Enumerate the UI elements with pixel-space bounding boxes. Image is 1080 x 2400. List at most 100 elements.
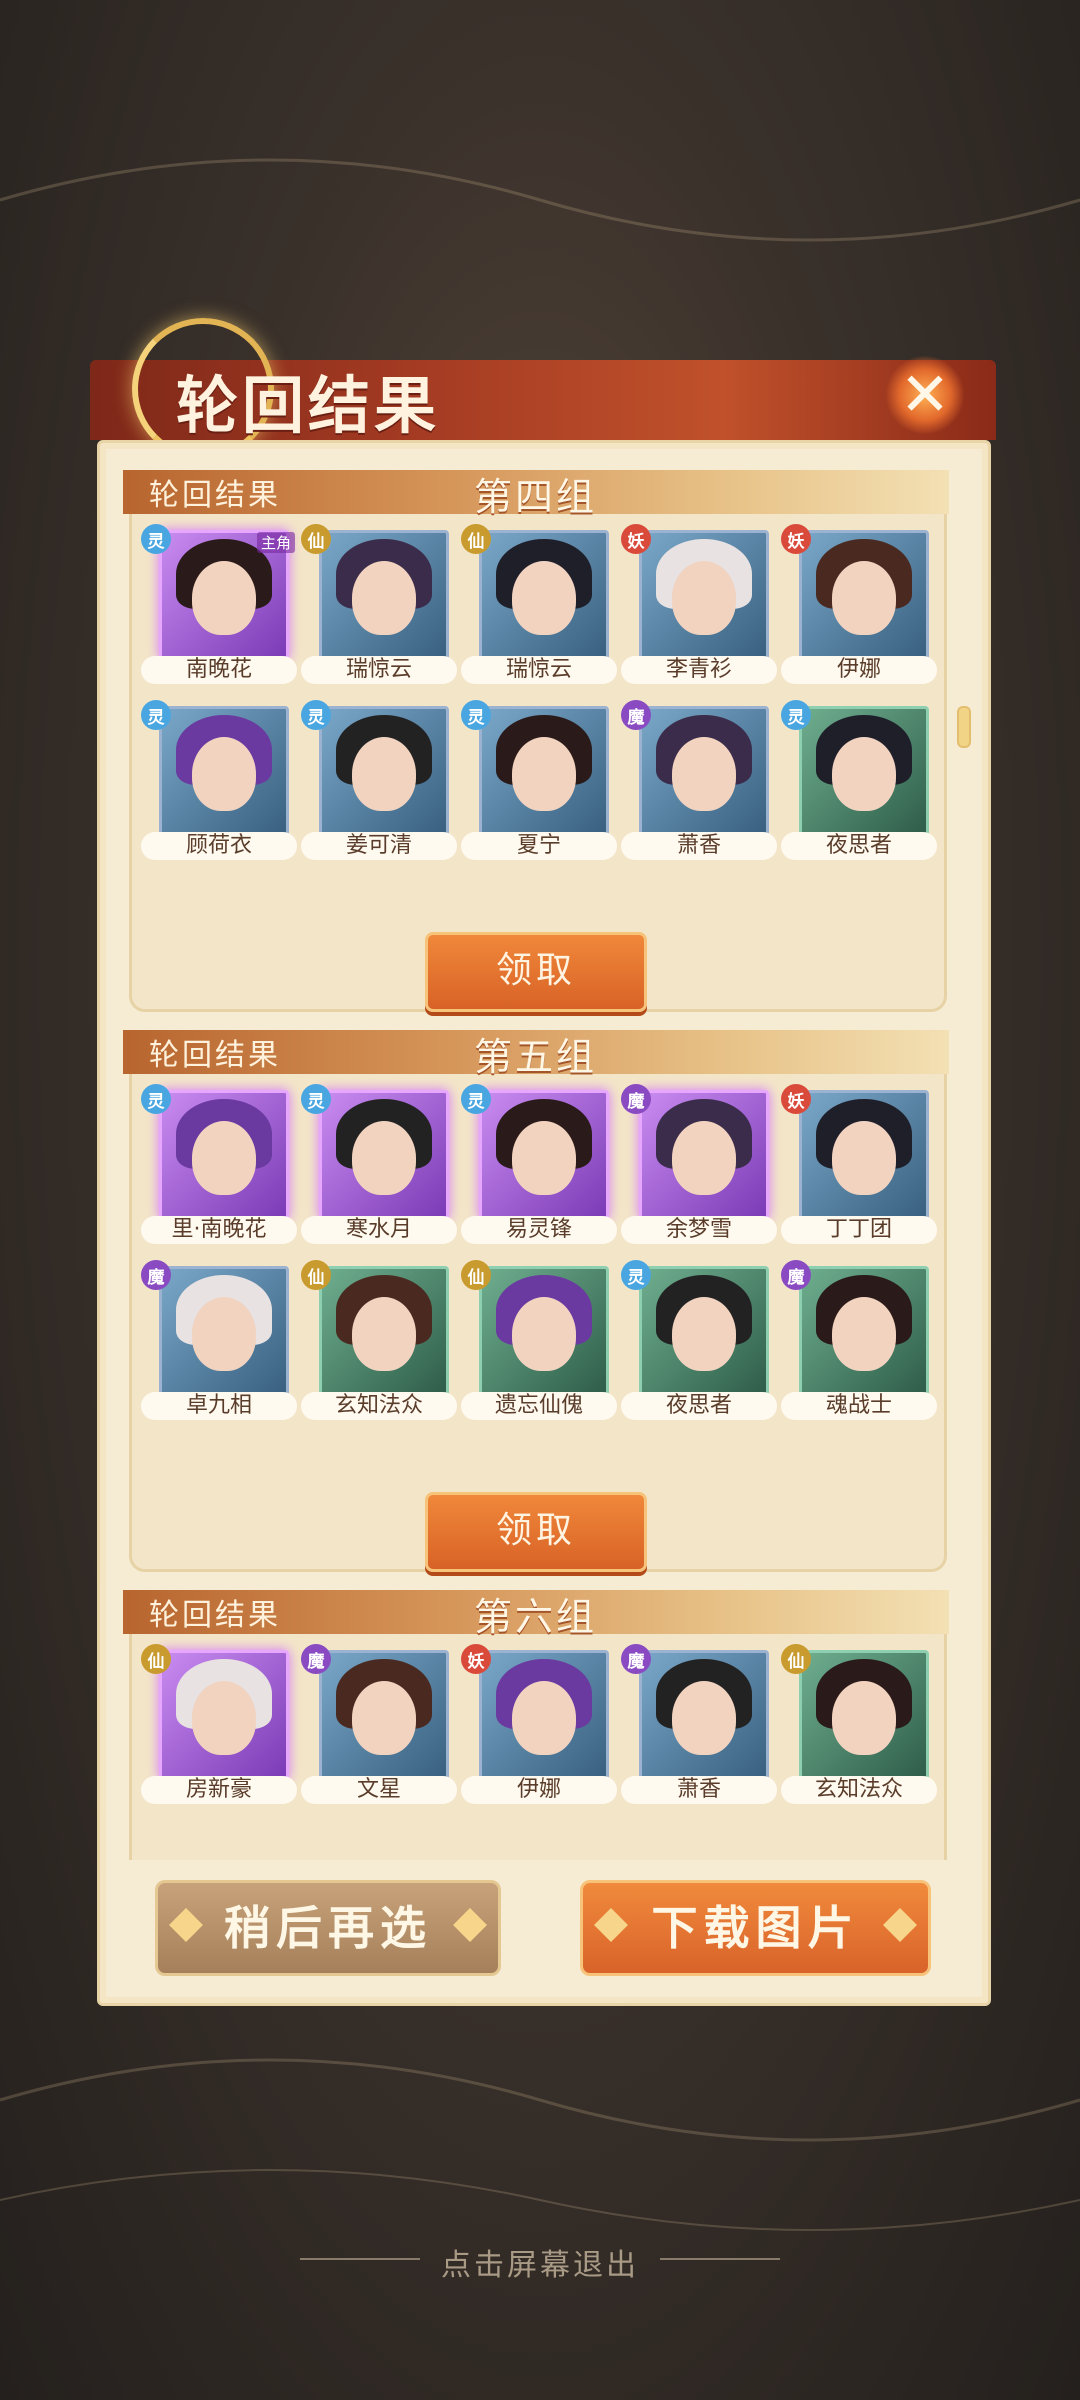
- character-grid: 仙 房新豪 魔 文星 妖 伊娜 魔 萧香 仙 玄知法众: [139, 1644, 939, 1806]
- faction-badge-icon: 灵: [781, 700, 811, 730]
- character-card[interactable]: 仙 玄知法众: [779, 1644, 939, 1806]
- claim-button[interactable]: 领取: [425, 932, 647, 1012]
- character-name: 萧香: [621, 1776, 777, 1804]
- character-name: 遗忘仙傀: [461, 1392, 617, 1420]
- character-name: 夜思者: [621, 1392, 777, 1420]
- character-grid: 灵 主角 南晚花 仙 瑞惊云 仙 瑞惊云 妖 李青衫 妖 伊娜 灵 顾荷衣 灵 …: [139, 524, 939, 862]
- character-name: 伊娜: [781, 656, 937, 684]
- character-portrait: [799, 1266, 929, 1396]
- character-card[interactable]: 灵 夜思者: [779, 700, 939, 862]
- character-card[interactable]: 灵 主角 南晚花: [139, 524, 299, 686]
- character-portrait: [639, 530, 769, 660]
- character-name: 夏宁: [461, 832, 617, 860]
- character-card[interactable]: 仙 瑞惊云: [299, 524, 459, 686]
- character-card[interactable]: 灵 易灵锋: [459, 1084, 619, 1246]
- character-portrait: [319, 530, 449, 660]
- character-name: 里·南晚花: [141, 1216, 297, 1244]
- character-portrait: [319, 1266, 449, 1396]
- diamond-ornament-icon: [883, 1908, 917, 1942]
- character-portrait: [479, 530, 609, 660]
- character-portrait: [639, 1650, 769, 1780]
- character-card[interactable]: 魔 余梦雪: [619, 1084, 779, 1246]
- character-card[interactable]: 仙 瑞惊云: [459, 524, 619, 686]
- group-label: 轮回结果: [149, 1038, 281, 1073]
- character-card[interactable]: 灵 顾荷衣: [139, 700, 299, 862]
- protagonist-tag: 主角: [256, 532, 295, 553]
- character-card[interactable]: 妖 伊娜: [459, 1644, 619, 1806]
- character-card[interactable]: 灵 夏宁: [459, 700, 619, 862]
- character-card[interactable]: 魔 卓九相: [139, 1260, 299, 1422]
- character-portrait: [319, 1650, 449, 1780]
- faction-badge-icon: 妖: [461, 1644, 491, 1674]
- character-portrait: [159, 1266, 289, 1396]
- character-portrait: [639, 1266, 769, 1396]
- diamond-ornament-icon: [594, 1908, 628, 1942]
- download-image-label: 下载图片: [651, 1901, 860, 1955]
- character-name: 姜可清: [301, 832, 457, 860]
- faction-badge-icon: 灵: [141, 524, 171, 554]
- character-name: 房新豪: [141, 1776, 297, 1804]
- character-card[interactable]: 魔 萧香: [619, 700, 779, 862]
- character-card[interactable]: 妖 李青衫: [619, 524, 779, 686]
- character-name: 丁丁团: [781, 1216, 937, 1244]
- character-name: 玄知法众: [781, 1776, 937, 1804]
- character-card[interactable]: 魔 萧香: [619, 1644, 779, 1806]
- faction-badge-icon: 魔: [621, 700, 651, 730]
- result-group: 轮回结果 第四组 灵 主角 南晚花 仙 瑞惊云 仙 瑞惊云 妖 李青衫 妖 伊娜…: [123, 450, 949, 1012]
- faction-badge-icon: 灵: [461, 700, 491, 730]
- character-portrait: [319, 706, 449, 836]
- character-card[interactable]: 仙 玄知法众: [299, 1260, 459, 1422]
- character-portrait: [159, 706, 289, 836]
- character-name: 夜思者: [781, 832, 937, 860]
- character-card[interactable]: 灵 夜思者: [619, 1260, 779, 1422]
- faction-badge-icon: 灵: [301, 1084, 331, 1114]
- page-title: 轮回结果: [176, 369, 441, 442]
- character-name: 顾荷衣: [141, 832, 297, 860]
- character-name: 瑞惊云: [461, 656, 617, 684]
- character-card[interactable]: 妖 伊娜: [779, 524, 939, 686]
- character-portrait: [159, 1090, 289, 1220]
- group-name: 第五组: [474, 1035, 598, 1079]
- faction-badge-icon: 灵: [301, 700, 331, 730]
- close-button[interactable]: ✕: [885, 355, 965, 435]
- character-name: 易灵锋: [461, 1216, 617, 1244]
- faction-badge-icon: 仙: [301, 1260, 331, 1290]
- character-card[interactable]: 灵 寒水月: [299, 1084, 459, 1246]
- character-portrait: [799, 706, 929, 836]
- faction-badge-icon: 灵: [461, 1084, 491, 1114]
- character-portrait: [159, 1650, 289, 1780]
- character-name: 文星: [301, 1776, 457, 1804]
- faction-badge-icon: 仙: [461, 524, 491, 554]
- character-name: 李青衫: [621, 656, 777, 684]
- groups-scroll-area[interactable]: 轮回结果 第四组 灵 主角 南晚花 仙 瑞惊云 仙 瑞惊云 妖 李青衫 妖 伊娜…: [105, 450, 965, 1860]
- close-icon: ✕: [899, 360, 951, 430]
- result-group: 轮回结果 第六组 仙 房新豪 魔 文星 妖 伊娜 魔 萧香 仙 玄知法众: [123, 1570, 949, 1860]
- character-card[interactable]: 灵 姜可清: [299, 700, 459, 862]
- faction-badge-icon: 仙: [781, 1644, 811, 1674]
- character-card[interactable]: 妖 丁丁团: [779, 1084, 939, 1246]
- character-card[interactable]: 仙 房新豪: [139, 1644, 299, 1806]
- character-portrait: [479, 1090, 609, 1220]
- diamond-ornament-icon: [169, 1908, 203, 1942]
- character-name: 魂战士: [781, 1392, 937, 1420]
- faction-badge-icon: 灵: [141, 1084, 171, 1114]
- character-portrait: [799, 530, 929, 660]
- character-portrait: [799, 1090, 929, 1220]
- choose-later-button[interactable]: 稍后再选: [155, 1880, 501, 1976]
- faction-badge-icon: 魔: [301, 1644, 331, 1674]
- character-name: 卓九相: [141, 1392, 297, 1420]
- group-label: 轮回结果: [149, 1598, 281, 1633]
- character-portrait: [479, 706, 609, 836]
- character-name: 伊娜: [461, 1776, 617, 1804]
- divider-right: [660, 2258, 780, 2260]
- exit-hint[interactable]: 点击屏幕退出: [0, 2240, 1080, 2284]
- faction-badge-icon: 魔: [621, 1644, 651, 1674]
- character-card[interactable]: 仙 遗忘仙傀: [459, 1260, 619, 1422]
- character-card[interactable]: 魔 魂战士: [779, 1260, 939, 1422]
- download-image-button[interactable]: 下载图片: [580, 1880, 931, 1976]
- group-name: 第四组: [474, 475, 598, 519]
- character-card[interactable]: 魔 文星: [299, 1644, 459, 1806]
- character-card[interactable]: 灵 里·南晚花: [139, 1084, 299, 1246]
- scrollbar-thumb[interactable]: [957, 706, 971, 748]
- claim-button[interactable]: 领取: [425, 1492, 647, 1572]
